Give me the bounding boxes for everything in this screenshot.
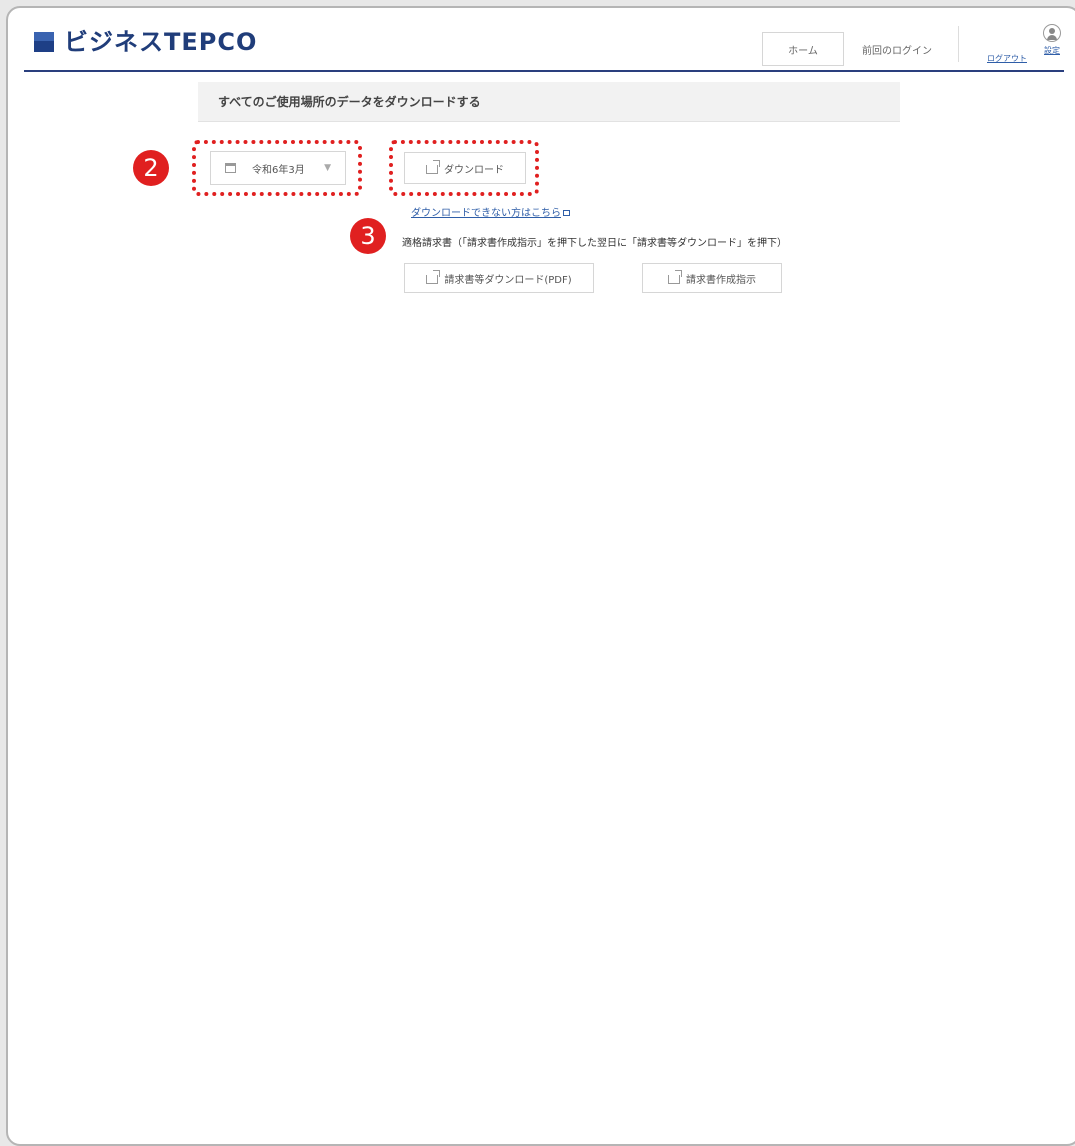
invoice-create-label: 請求書作成指示 — [686, 274, 756, 286]
calendar-icon — [225, 163, 236, 173]
user-settings-icon — [1043, 24, 1061, 42]
section-title-bar: すべてのご使用場所のデータをダウンロードする — [198, 82, 900, 122]
chevron-down-icon: ▼ — [324, 163, 331, 173]
help-link-text: ダウンロードできない方はこちら — [411, 208, 561, 219]
home-button[interactable]: ホーム — [762, 32, 844, 66]
last-login-link[interactable]: 前回のログイン — [862, 32, 932, 66]
logo[interactable]: ビジネスTEPCO — [34, 30, 257, 54]
export-icon — [426, 164, 438, 174]
settings-button[interactable]: 設定 — [1038, 24, 1066, 56]
export-icon — [426, 274, 439, 284]
logout-link[interactable]: ログアウト — [987, 53, 1027, 64]
invoice-note: 適格請求書（「請求書作成指示」を押下した翌日に「請求書等ダウンロード」を押下） — [402, 238, 787, 249]
header-underline — [24, 70, 1064, 72]
invoice-download-pdf-button[interactable]: 請求書等ダウンロード(PDF) — [404, 263, 594, 293]
month-select[interactable]: 令和6年3月 ▼ — [210, 151, 346, 185]
export-icon — [668, 274, 680, 284]
section-title: すべてのご使用場所のデータをダウンロードする — [218, 95, 481, 109]
logo-text: ビジネスTEPCO — [64, 28, 258, 56]
annotation-badge-3: 3 — [350, 218, 386, 254]
invoice-create-button[interactable]: 請求書作成指示 — [642, 263, 782, 293]
settings-label: 設定 — [1044, 46, 1060, 55]
external-link-icon — [563, 210, 570, 216]
download-help-link[interactable]: ダウンロードできない方はこちら — [411, 204, 570, 219]
logo-mark-icon — [34, 32, 54, 52]
download-button[interactable]: ダウンロード — [404, 152, 526, 184]
month-value: 令和6年3月 — [252, 164, 305, 176]
download-label: ダウンロード — [444, 164, 504, 176]
browser-frame: ビジネスTEPCO ホーム 前回のログイン ログアウト 設定 すべてのご使用場所… — [6, 6, 1075, 1146]
annotation-badge-2: 2 — [133, 150, 169, 186]
header: ビジネスTEPCO ホーム 前回のログイン ログアウト 設定 — [8, 8, 1075, 72]
header-divider — [958, 26, 959, 62]
invoice-download-label: 請求書等ダウンロード(PDF) — [444, 274, 572, 286]
